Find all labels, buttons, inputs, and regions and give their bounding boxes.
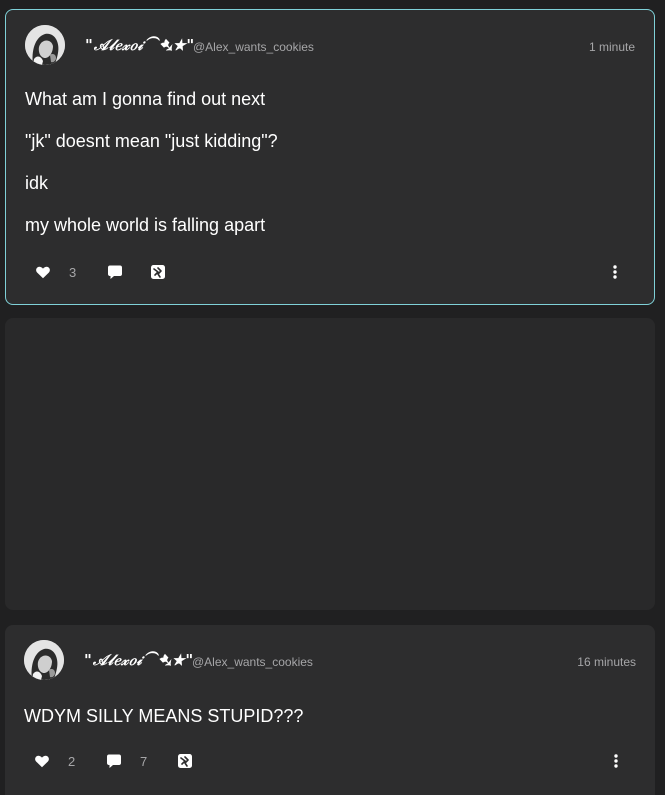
more-options-button[interactable]: [607, 260, 623, 284]
post-header: "𝒜𝓁𝑒𝓍𝑜𝒾⁀➷★" @Alex_wants_cookies 1 minute: [25, 25, 635, 67]
post-feed: "𝒜𝓁𝑒𝓍𝑜𝒾⁀➷★" @Alex_wants_cookies 1 minute…: [0, 0, 665, 795]
post-header: "𝒜𝓁𝑒𝓍𝑜𝒾⁀➷★" @Alex_wants_cookies 16 minut…: [24, 640, 636, 682]
post-body: WDYM SILLY MEANS STUPID???: [24, 705, 636, 747]
post-text-line: idk: [25, 173, 49, 193]
avatar-image: [25, 25, 65, 65]
comment-button[interactable]: [107, 260, 123, 284]
share-icon: [151, 265, 165, 279]
avatar[interactable]: [25, 25, 65, 65]
avatar-image: [24, 640, 64, 680]
comment-count: 7: [140, 753, 148, 769]
like-count: 3: [69, 264, 77, 280]
heart-icon: [35, 755, 49, 768]
display-name[interactable]: "𝒜𝓁𝑒𝓍𝑜𝒾⁀➷★": [84, 651, 194, 669]
post-text-line: "jk" doesnt mean "just kidding"?: [25, 131, 278, 151]
comment-icon: [107, 754, 121, 768]
post-actions: 3: [25, 260, 635, 284]
post-text-line: What am I gonna find out next: [25, 89, 266, 109]
like-button[interactable]: 2: [34, 749, 75, 773]
display-name[interactable]: "𝒜𝓁𝑒𝓍𝑜𝒾⁀➷★": [85, 36, 195, 54]
user-handle[interactable]: @Alex_wants_cookies: [192, 655, 313, 669]
media-placeholder: [5, 318, 655, 610]
post-timestamp: 16 minutes: [577, 655, 636, 669]
user-handle[interactable]: @Alex_wants_cookies: [193, 40, 314, 54]
more-options-icon: [614, 754, 618, 768]
like-button[interactable]: 3: [35, 260, 76, 284]
post-text-line: WDYM SILLY MEANS STUPID???: [24, 706, 304, 726]
share-button[interactable]: [177, 749, 193, 773]
post-text-line: my whole world is falling apart: [25, 215, 266, 235]
like-count: 2: [68, 753, 76, 769]
comment-button[interactable]: 7: [106, 749, 147, 773]
more-options-button[interactable]: [608, 749, 624, 773]
avatar[interactable]: [24, 640, 64, 680]
share-button[interactable]: [150, 260, 166, 284]
comment-icon: [108, 265, 122, 279]
post-actions: 2 7: [24, 749, 636, 773]
more-options-icon: [613, 265, 617, 279]
post-card[interactable]: "𝒜𝓁𝑒𝓍𝑜𝒾⁀➷★" @Alex_wants_cookies 1 minute…: [5, 9, 655, 305]
post-card[interactable]: "𝒜𝓁𝑒𝓍𝑜𝒾⁀➷★" @Alex_wants_cookies 16 minut…: [5, 625, 655, 795]
heart-icon: [36, 266, 50, 279]
share-icon: [178, 754, 192, 768]
post-timestamp: 1 minute: [588, 40, 635, 54]
post-body: What am I gonna find out next "jk" doesn…: [25, 88, 635, 256]
